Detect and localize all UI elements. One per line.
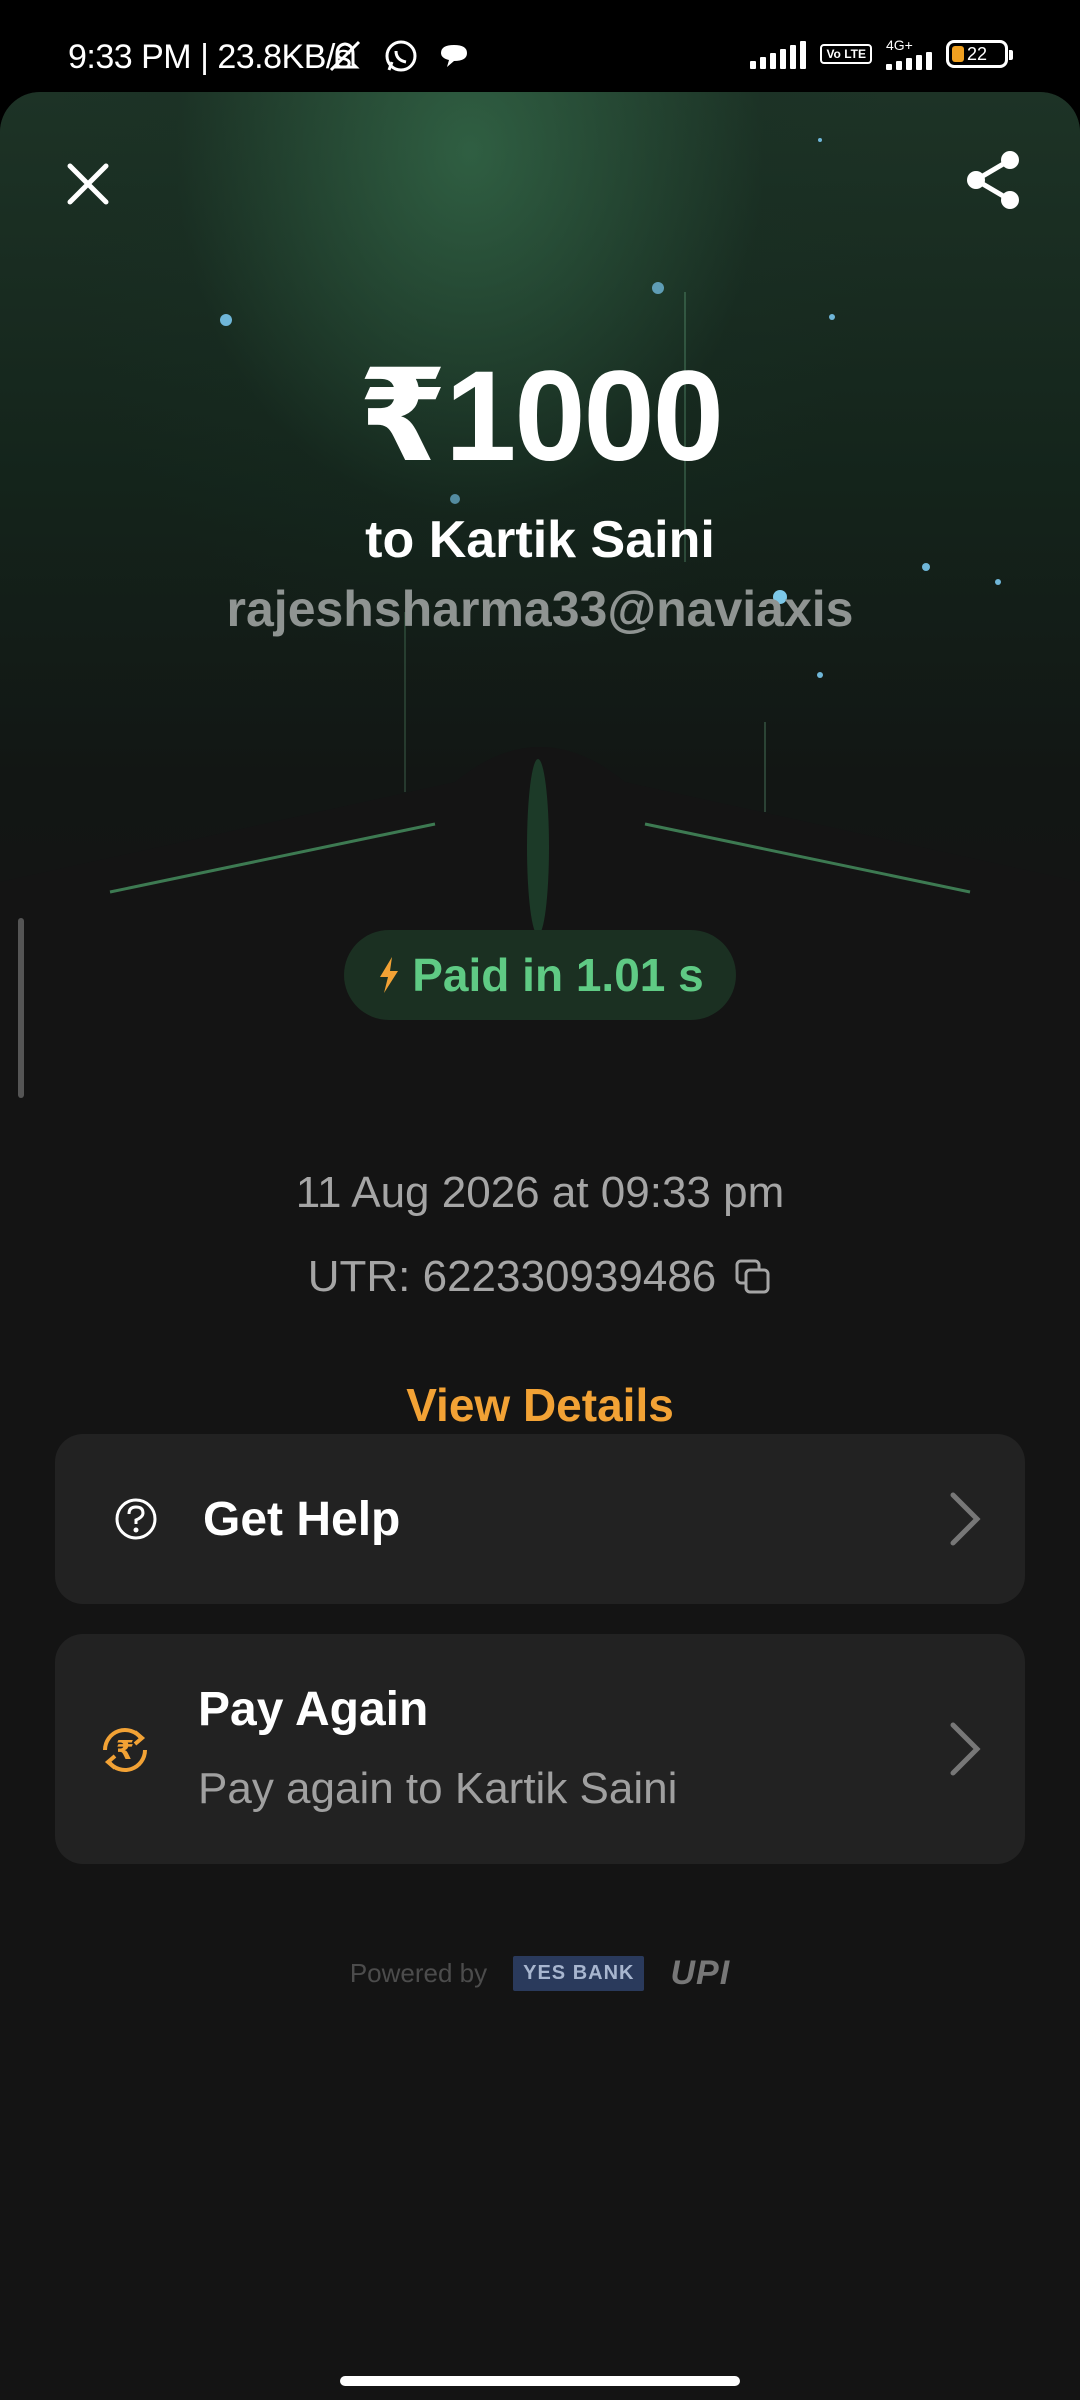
network-type: 4G+ [886, 37, 913, 53]
recipient-name: to Kartik Saini [365, 511, 715, 569]
view-details-link[interactable]: View Details [0, 1378, 1080, 1432]
get-help-card[interactable]: Get Help [55, 1434, 1025, 1604]
paid-status-text: Paid in 1.01 s [412, 949, 704, 1001]
pay-again-card[interactable]: ₹ Pay Again Pay again to Kartik Saini [55, 1634, 1025, 1864]
close-button[interactable] [56, 152, 120, 216]
svg-text:₹: ₹ [116, 1736, 134, 1766]
yes-bank-logo: YES BANK [513, 1956, 645, 1991]
bell-mute-icon [329, 40, 361, 72]
chevron-right-icon [950, 1492, 981, 1546]
whatsapp-icon [385, 40, 417, 72]
upi-logo: UPI [670, 1954, 731, 1992]
battery-icon: 22 [946, 40, 1013, 68]
pay-again-subtitle: Pay again to Kartik Saini [198, 1764, 678, 1813]
network-indicator: 4G+ [886, 38, 932, 70]
share-icon [967, 151, 1019, 209]
pay-again-title: Pay Again [198, 1683, 429, 1736]
powered-by-footer: Powered by YES BANK UPI [0, 1954, 1080, 1993]
share-button[interactable] [962, 148, 1026, 212]
transaction-date: 11 Aug 2026 at 09:33 pm [295, 1168, 785, 1217]
copy-icon[interactable] [734, 1258, 772, 1296]
status-bar: 9:33 PM | 23.8KB/s Vo LTE 4G+ 22 [0, 0, 1080, 92]
home-indicator[interactable] [340, 2376, 740, 2386]
get-help-title: Get Help [203, 1493, 401, 1546]
utr-number: UTR: 622330939486 [307, 1252, 717, 1301]
payment-amount: ₹1000 [358, 345, 724, 488]
paid-status-badge: Paid in 1.01 s [344, 930, 736, 1020]
powered-by-label: Powered by [349, 1958, 488, 1988]
notification-icons [325, 38, 471, 74]
volte-badge: Vo LTE [820, 44, 872, 64]
chat-bubble-icon [441, 45, 467, 67]
payment-success-sheet: ₹1000 to Kartik Saini rajeshsharma33@nav… [0, 92, 1080, 2400]
recipient-upi-id: rajeshsharma33@naviaxis [226, 581, 854, 637]
signal-strength-icon [750, 39, 807, 69]
scroll-indicator[interactable] [18, 918, 24, 1098]
rupee-refresh-icon: ₹ [103, 1728, 147, 1772]
help-circle-icon [115, 1498, 157, 1540]
lightning-icon [380, 957, 399, 993]
close-icon [67, 163, 109, 205]
battery-level: 22 [967, 43, 988, 64]
status-time: 9:33 PM | 23.8KB/s [68, 38, 352, 76]
system-status-icons: Vo LTE 4G+ 22 [750, 38, 1013, 70]
signal-strength-icon-2 [886, 52, 932, 70]
chevron-right-icon [950, 1722, 981, 1776]
utr-row: UTR: 622330939486 [0, 1252, 1080, 1302]
